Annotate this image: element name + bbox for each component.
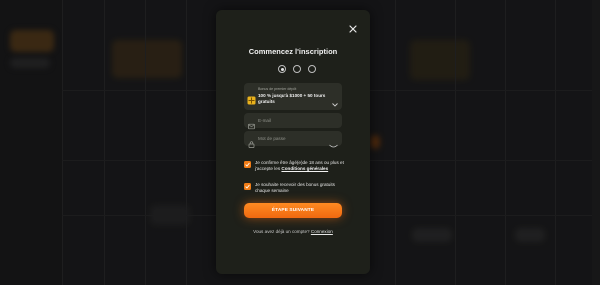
close-icon[interactable] (348, 21, 358, 33)
next-step-button[interactable]: ÉTAPE SUIVANTE (244, 203, 342, 218)
terms-checkbox[interactable] (244, 161, 251, 168)
signup-modal: Commencez l'inscription Bonus de premier… (216, 10, 370, 274)
bonus-select[interactable]: Bonus de premier dépôt 100 % jusqu'à $10… (244, 83, 342, 110)
eye-icon[interactable] (329, 136, 338, 148)
terms-link[interactable]: Conditions générales (281, 166, 328, 171)
step-dot-3 (308, 65, 316, 73)
modal-title: Commencez l'inscription (248, 47, 338, 56)
password-field[interactable] (244, 131, 342, 148)
newsletter-label: Je souhaite recevoir des bonus gratuits … (255, 182, 335, 193)
step-dot-2 (293, 65, 301, 73)
newsletter-checkbox[interactable] (244, 183, 251, 190)
gift-icon (247, 92, 256, 105)
login-prompt-text: Vous avez déjà un compte? (253, 229, 310, 234)
terms-text: Je confirme être âgé(e)de 18 ans ou plus… (255, 160, 347, 172)
bonus-label: Bonus de premier dépôt (258, 87, 297, 91)
email-field[interactable] (244, 113, 342, 130)
newsletter-row: Je souhaite recevoir des bonus gratuits … (244, 182, 354, 197)
email-input[interactable] (258, 113, 328, 128)
step-dot-1 (278, 65, 286, 73)
chevron-down-icon (332, 94, 338, 107)
mail-icon (248, 117, 255, 130)
step-indicator (278, 65, 316, 73)
login-link[interactable]: Connexion (311, 229, 333, 234)
login-prompt: Vous avez déjà un compte? Connexion (216, 229, 370, 234)
bonus-value: 100 % jusqu'à $1000 + 50 tours gratuits (258, 93, 326, 104)
password-input[interactable] (258, 131, 328, 146)
terms-row: Je confirme être âgé(e)de 18 ans ou plus… (244, 160, 354, 181)
lock-icon (248, 135, 255, 148)
